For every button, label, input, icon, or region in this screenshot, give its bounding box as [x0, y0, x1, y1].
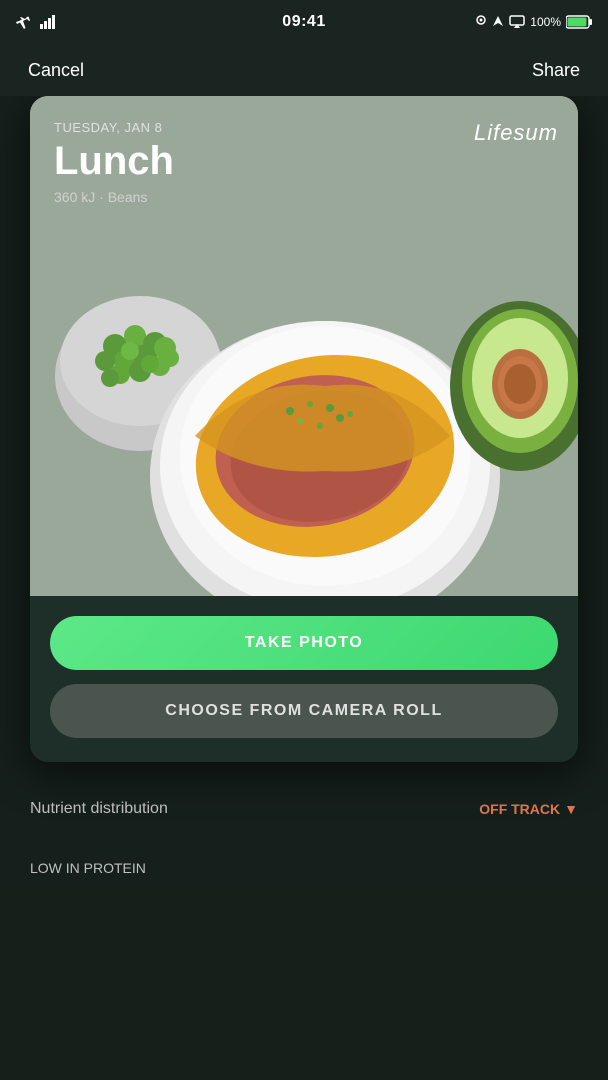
- airplane-icon: [16, 15, 34, 29]
- meal-info: 360 kJ · Beans: [54, 189, 174, 205]
- lifesum-logo: Lifesum: [474, 120, 558, 146]
- location-icon: [475, 15, 487, 29]
- cancel-button[interactable]: Cancel: [20, 56, 92, 85]
- status-time: 09:41: [282, 13, 325, 31]
- meal-date: TUESDAY, JAN 8: [54, 120, 174, 135]
- navigation-icon: [492, 15, 504, 29]
- bg-nutrient-row: Nutrient distribution OFF TRACK ▼: [30, 800, 578, 818]
- off-track-badge: OFF TRACK ▼: [479, 801, 578, 817]
- airplay-icon: [509, 15, 525, 29]
- button-area: TAKE PHOTO CHOOSE FROM CAMERA ROLL: [30, 616, 578, 738]
- share-button[interactable]: Share: [524, 56, 588, 85]
- battery-icon: [566, 15, 592, 29]
- status-bar: 09:41 100%: [0, 0, 608, 44]
- status-left: [16, 15, 58, 29]
- nav-bar: Cancel Share: [0, 44, 608, 96]
- signal-icon: [40, 15, 58, 29]
- food-image-area: TUESDAY, JAN 8 Lunch 360 kJ · Beans Life…: [30, 96, 578, 596]
- battery-percent: 100%: [530, 15, 561, 29]
- status-right: 100%: [475, 15, 592, 29]
- image-overlay: TUESDAY, JAN 8 Lunch 360 kJ · Beans: [54, 120, 174, 205]
- take-photo-button[interactable]: TAKE PHOTO: [50, 616, 558, 670]
- camera-roll-button[interactable]: CHOOSE FROM CAMERA ROLL: [50, 684, 558, 738]
- modal-card: TUESDAY, JAN 8 Lunch 360 kJ · Beans Life…: [30, 96, 578, 762]
- bg-low-protein: LOW IN PROTEIN: [30, 860, 146, 876]
- meal-type: Lunch: [54, 139, 174, 183]
